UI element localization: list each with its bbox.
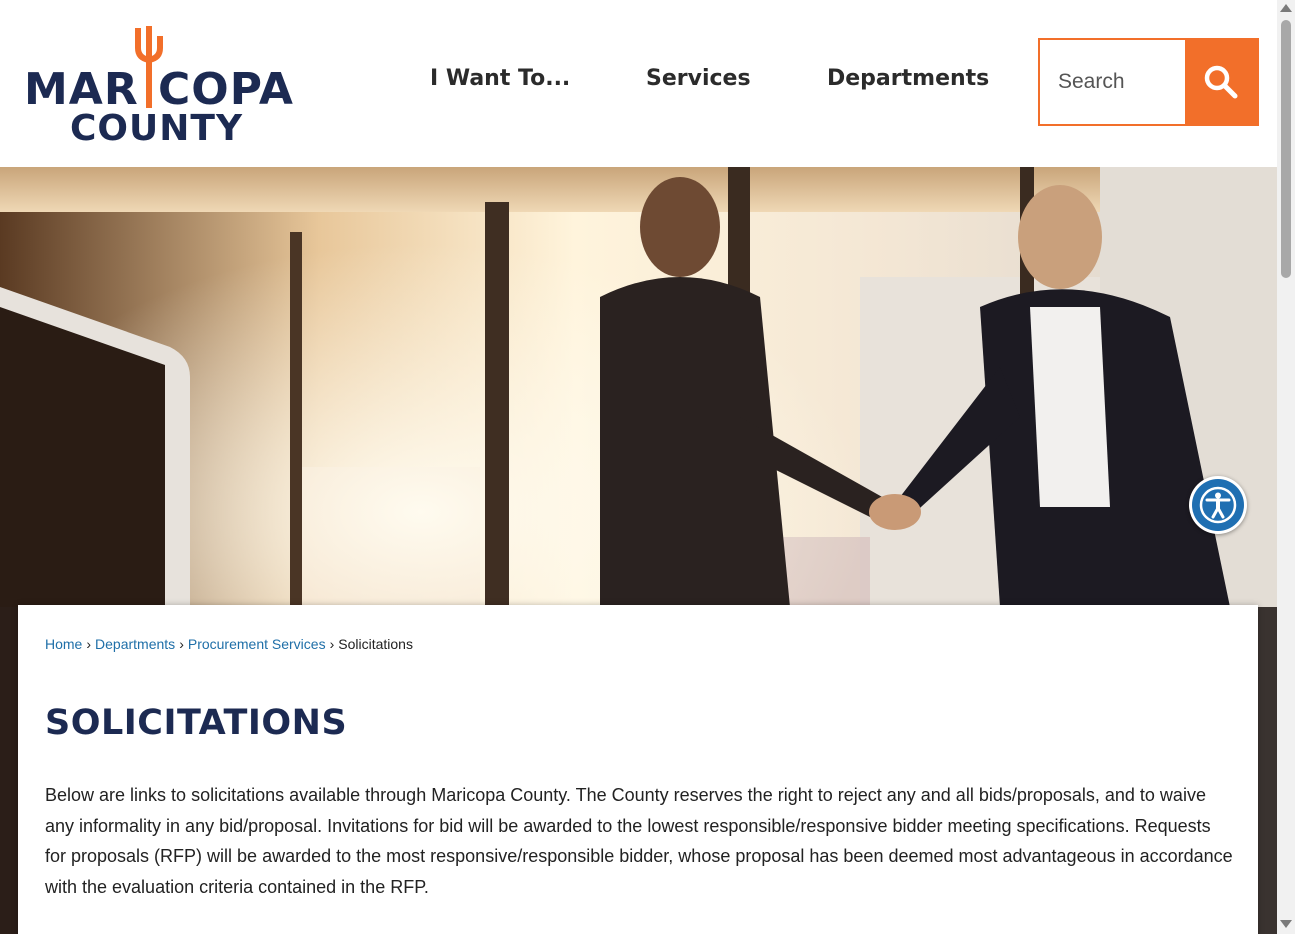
logo-text-county: COUNTY (70, 108, 244, 149)
page-title: SOLICITATIONS (45, 703, 348, 743)
content-card: Home › Departments › Procurement Services › So… (18, 605, 1258, 934)
breadcrumb-separator: › (179, 636, 184, 652)
nav-i-want-to[interactable]: I Want To... (430, 66, 570, 98)
nav-services[interactable]: Services (646, 66, 751, 98)
search-button[interactable] (1185, 38, 1257, 126)
breadcrumb-separator: › (329, 636, 335, 652)
scroll-down-arrow-icon[interactable] (1280, 920, 1292, 928)
search-input[interactable] (1040, 40, 1188, 124)
accessibility-icon-bg (1192, 479, 1244, 531)
breadcrumb-home-link[interactable]: Home (45, 636, 82, 652)
scrollbar-thumb[interactable] (1281, 20, 1291, 278)
breadcrumb: Home › Departments › Procurement Services › So… (45, 636, 413, 652)
nav-departments[interactable]: Departments (827, 66, 989, 98)
breadcrumb-separator: › (86, 636, 92, 652)
search-icon (1204, 65, 1238, 99)
page: MAR COPA COUNTY I Want To... Services De… (0, 0, 1295, 934)
breadcrumb-procurement-link[interactable]: Procurement Services (188, 636, 326, 652)
search-box (1038, 38, 1259, 126)
vertical-scrollbar[interactable] (1277, 0, 1295, 934)
scroll-up-arrow-icon[interactable] (1280, 4, 1292, 12)
maricopa-county-logo[interactable]: MAR COPA COUNTY (22, 18, 298, 149)
accessibility-button[interactable] (1189, 476, 1247, 534)
breadcrumb-departments-link[interactable]: Departments (95, 636, 175, 652)
intro-paragraph: Below are links to solicitations availab… (45, 785, 1233, 898)
breadcrumb-current: Solicitations (338, 636, 413, 652)
site-header: MAR COPA COUNTY I Want To... Services De… (0, 0, 1277, 167)
accessibility-icon (1199, 486, 1237, 524)
